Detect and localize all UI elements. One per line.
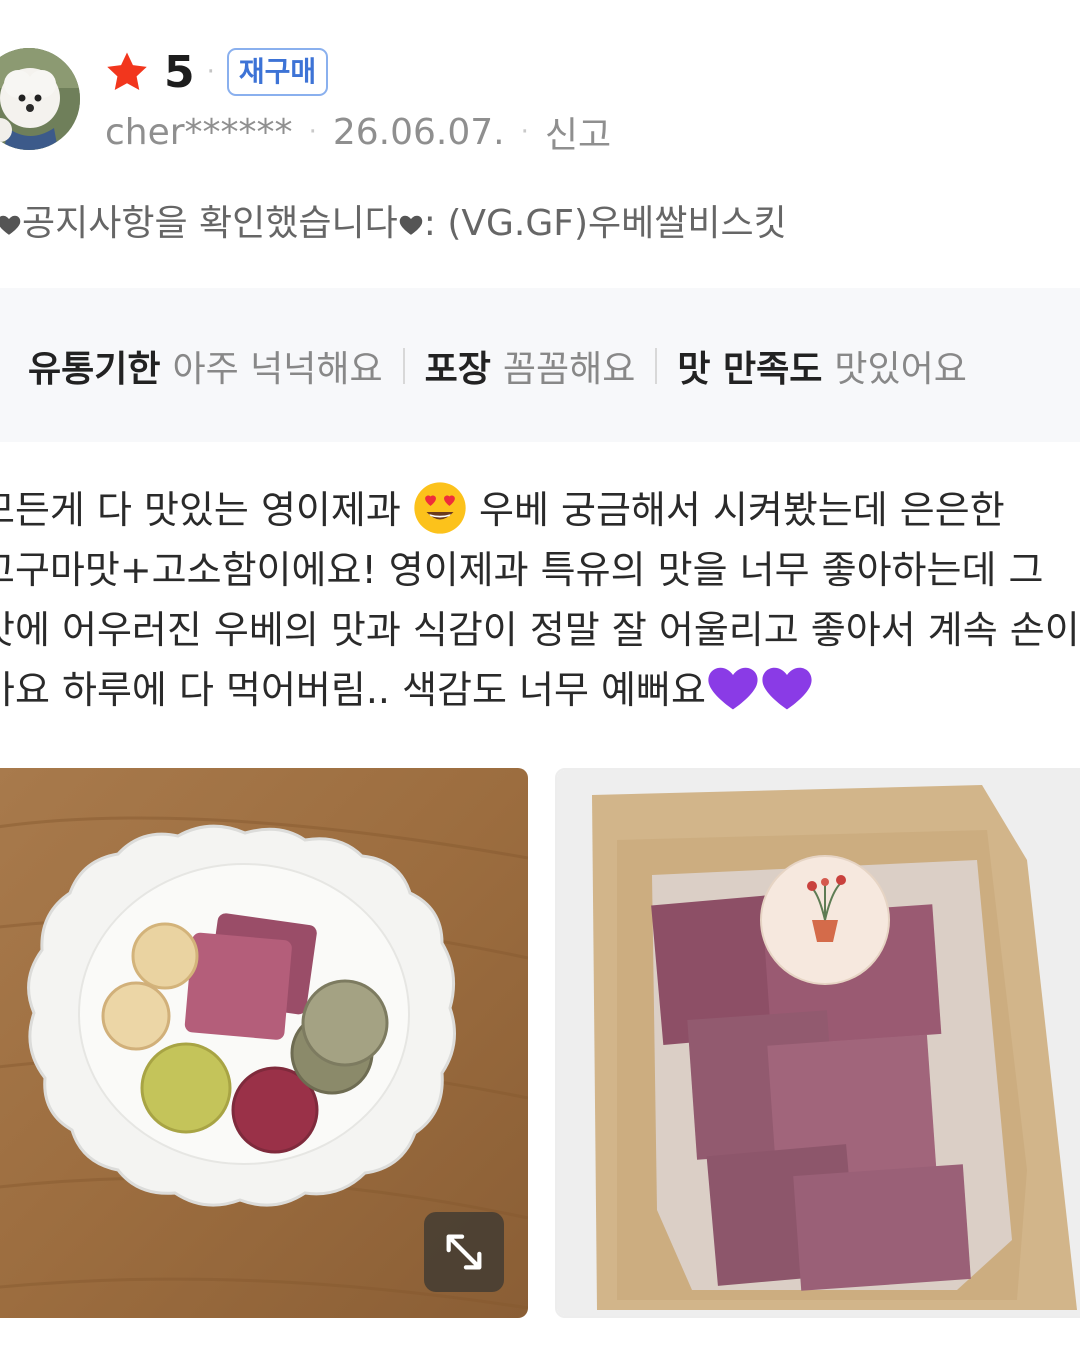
summary-value-expiry: 아주 넉넉해요	[172, 349, 383, 390]
review-line: 모든게 다 맛있는 영이제과 우베 궁금해서 시켜봤는데 은은한	[0, 480, 1080, 540]
review-text-segment: 우베 궁금해서 시켜봤는데 은은한	[466, 488, 1005, 532]
separator-dot: ·	[520, 117, 529, 147]
review-meta: cher****** · 26.06.07. · 신고	[105, 106, 611, 158]
option-notice-text: 공지사항을 확인했습니다	[22, 203, 398, 244]
heart-eyes-emoji	[414, 482, 466, 534]
summary-value-packaging: 꼼꼼해요	[502, 349, 636, 390]
report-link[interactable]: 신고	[545, 106, 611, 158]
summary-label-taste: 맛 만족도	[677, 349, 823, 390]
heart-icon	[399, 215, 423, 235]
avatar[interactable]	[0, 48, 80, 150]
review-text-segment: 가요 하루에 다 먹어버림.. 색감도 너무 예뻐요	[0, 668, 706, 712]
heart-icon	[0, 215, 21, 235]
expand-icon	[446, 1234, 482, 1270]
purple-heart-emoji	[762, 667, 812, 710]
review-photo-package[interactable]	[555, 768, 1080, 1318]
summary-label-packaging: 포장	[424, 349, 491, 390]
summary-divider	[402, 348, 405, 384]
review-line: 맛에 어우러진 우베의 맛과 식감이 정말 잘 어울리고 좋아서 계속 손이	[0, 608, 1080, 652]
review-line: 고구마맛+고소함이에요! 영이제과 특유의 맛을 너무 좋아하는데 그	[0, 548, 1044, 592]
expand-photo-button[interactable]	[424, 1212, 504, 1292]
separator-dot: ·	[308, 117, 317, 147]
summary-label-expiry: 유통기한	[28, 349, 161, 390]
rating-row: 5 · 재구매	[104, 44, 329, 100]
separator-dot: ·	[206, 57, 215, 87]
purple-heart-emoji	[708, 667, 758, 710]
repurchase-badge: 재구매	[226, 48, 329, 96]
review-text-segment: 모든게 다 맛있는 영이제과	[0, 488, 401, 532]
rating-score: 5	[164, 46, 195, 98]
review-body: 모든게 다 맛있는 영이제과 우베 궁금해서 시켜봤는데 은은한 고구마맛+고소…	[0, 480, 1080, 720]
option-product-text: : (VG.GF)우베쌀비스킷	[423, 203, 787, 244]
username: cher******	[105, 111, 293, 153]
review-summary: 유통기한 아주 넉넉해요 포장 꼼꼼해요 맛 만족도 맛있어요	[0, 288, 1080, 442]
review-date: 26.06.07.	[332, 111, 505, 153]
summary-value-taste: 맛있어요	[834, 349, 967, 390]
summary-divider	[655, 348, 658, 384]
star-icon	[107, 52, 147, 91]
review-line: 가요 하루에 다 먹어버림.. 색감도 너무 예뻐요	[0, 660, 1080, 720]
purchase-option: 공지사항을 확인했습니다 : (VG.GF)우베쌀비스킷	[0, 194, 787, 246]
